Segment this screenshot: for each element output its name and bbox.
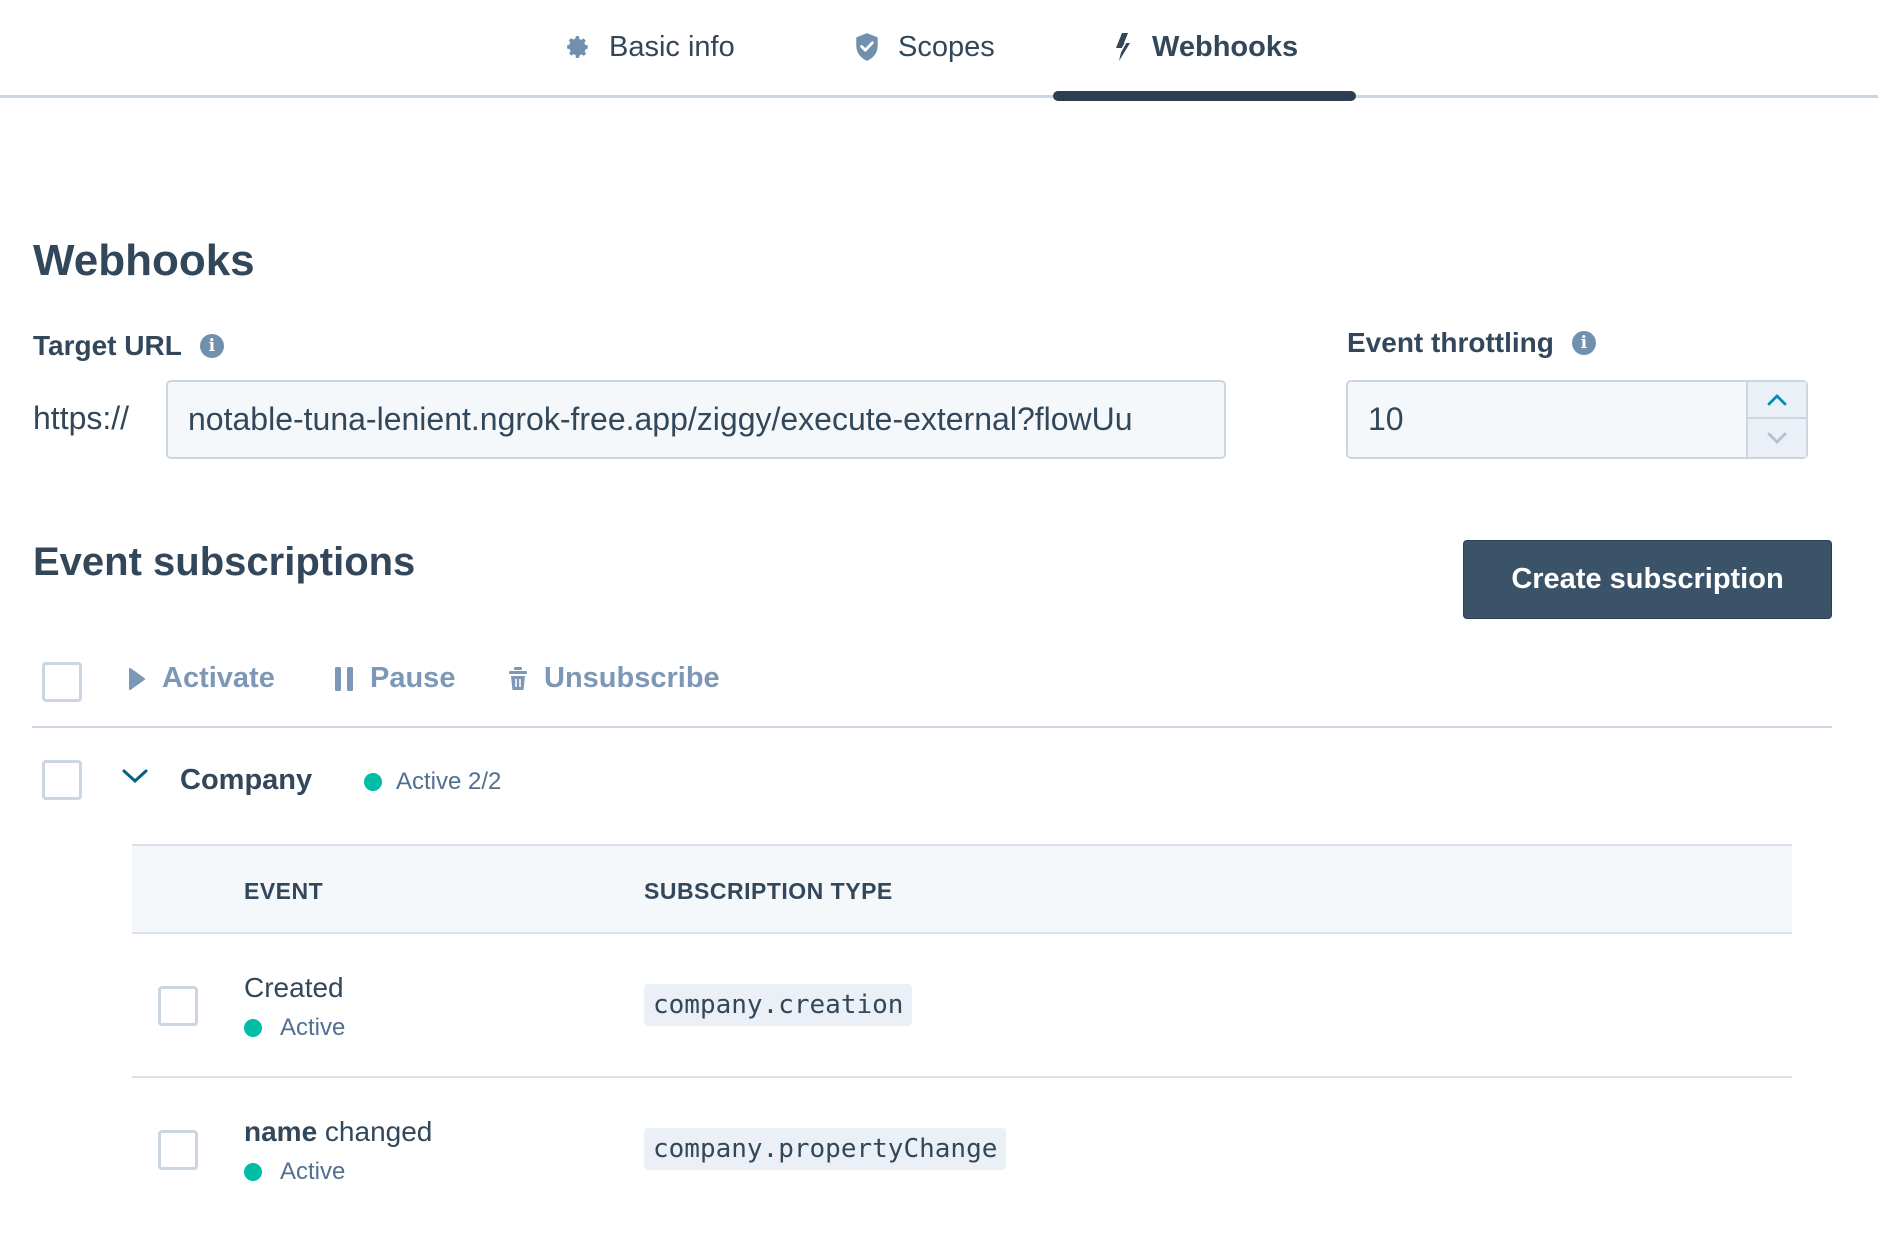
pause-label: Pause	[370, 662, 456, 694]
stepper-controls	[1746, 382, 1806, 457]
active-status-dot	[244, 1019, 262, 1037]
table-row: Created Active company.creation	[132, 934, 1792, 1078]
url-prefix: https://	[33, 400, 130, 436]
unsubscribe-label: Unsubscribe	[544, 662, 720, 694]
chevron-up-icon	[1767, 393, 1787, 405]
page-title: Webhooks	[33, 236, 255, 285]
group-status: Active 2/2	[364, 768, 501, 796]
tab-scopes[interactable]: Scopes	[854, 22, 995, 72]
event-status-text: Active	[280, 1014, 346, 1041]
play-icon	[129, 667, 145, 690]
chevron-down-icon	[122, 769, 148, 784]
target-url-label-text: Target URL	[33, 330, 182, 361]
bulk-actions-bar: Activate Pause Unsubscribe	[32, 650, 1832, 728]
event-status: Active	[244, 1158, 345, 1186]
subscriptions-table: EVENT SUBSCRIPTION TYPE Created Active c…	[132, 844, 1792, 1222]
row-checkbox[interactable]	[158, 1130, 198, 1170]
subscription-type: company.creation	[644, 984, 913, 1026]
event-name: name changed	[244, 1116, 432, 1148]
event-throttling-input[interactable]	[1348, 382, 1748, 457]
tab-label: Scopes	[898, 30, 995, 63]
lightning-icon	[1112, 32, 1134, 62]
target-url-input[interactable]	[166, 380, 1226, 459]
pause-icon	[335, 666, 353, 691]
unsubscribe-button[interactable]: Unsubscribe	[508, 662, 720, 695]
row-checkbox[interactable]	[158, 986, 198, 1026]
shield-check-icon	[854, 32, 880, 62]
select-all-checkbox[interactable]	[42, 662, 82, 702]
tab-basic-info[interactable]: Basic info	[565, 22, 735, 72]
tab-label: Basic info	[609, 30, 735, 63]
expand-toggle[interactable]	[122, 768, 148, 789]
activate-button[interactable]: Activate	[128, 662, 275, 695]
activate-label: Activate	[162, 662, 275, 694]
event-name-text: Created	[244, 972, 344, 1003]
event-status: Active	[244, 1014, 345, 1042]
active-tab-indicator	[1053, 91, 1356, 101]
group-name: Company	[180, 764, 313, 796]
tab-webhooks[interactable]: Webhooks	[1112, 22, 1298, 72]
event-name: Created	[244, 972, 344, 1004]
event-name-bold: name	[244, 1116, 318, 1147]
trash-icon	[509, 666, 527, 690]
event-name-text: changed	[317, 1116, 433, 1147]
column-header-event: EVENT	[244, 878, 324, 904]
active-status-dot	[244, 1163, 262, 1181]
target-url-label: Target URL i	[33, 330, 224, 362]
event-status-text: Active	[280, 1158, 346, 1185]
tab-bar: Basic info Scopes Webhooks	[0, 0, 1878, 101]
info-icon[interactable]: i	[199, 334, 224, 358]
event-throttling-label-text: Event throttling	[1347, 327, 1554, 358]
tab-label: Webhooks	[1152, 30, 1299, 63]
subscription-type: company.propertyChange	[644, 1128, 1007, 1170]
subscription-group-company: Company Active 2/2	[32, 750, 1832, 820]
event-subscriptions-title: Event subscriptions	[33, 540, 416, 584]
group-status-text: Active 2/2	[396, 768, 502, 795]
info-icon[interactable]: i	[1571, 331, 1596, 355]
group-checkbox[interactable]	[42, 760, 82, 800]
decrement-button[interactable]	[1748, 419, 1806, 456]
gear-icon	[565, 34, 591, 60]
event-throttling-label: Event throttling i	[1347, 327, 1596, 359]
column-header-subscription-type: SUBSCRIPTION TYPE	[644, 878, 893, 904]
active-status-dot	[364, 773, 382, 791]
chevron-down-icon	[1767, 432, 1787, 444]
event-throttling-stepper	[1346, 380, 1808, 459]
table-row: name changed Active company.propertyChan…	[132, 1078, 1792, 1222]
pause-button[interactable]: Pause	[334, 662, 455, 695]
create-subscription-button[interactable]: Create subscription	[1463, 540, 1832, 619]
table-header: EVENT SUBSCRIPTION TYPE	[132, 844, 1792, 934]
increment-button[interactable]	[1748, 382, 1806, 419]
